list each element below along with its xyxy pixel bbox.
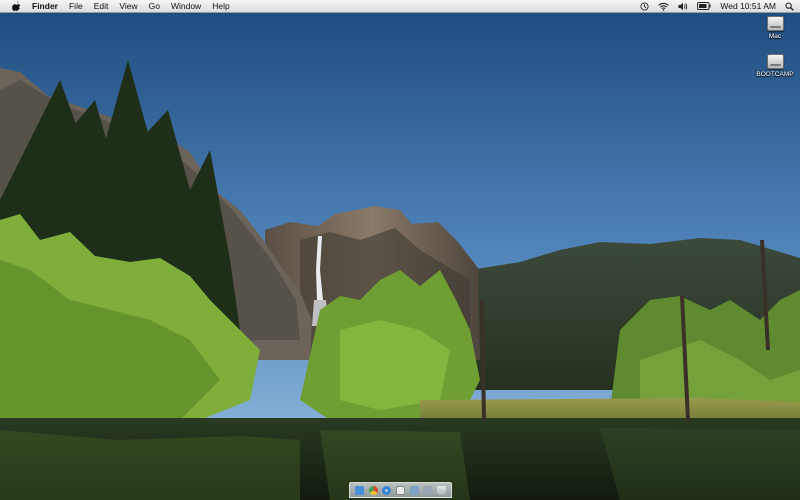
battery-icon[interactable] [697, 0, 711, 12]
desktop-drive-bootcamp[interactable]: BOOTCAMP [753, 54, 797, 78]
dock-safari-icon[interactable] [382, 485, 392, 495]
dock-app-icon[interactable] [395, 485, 405, 495]
dock-finder-icon[interactable] [355, 485, 365, 495]
menu-view[interactable]: View [119, 0, 137, 12]
volume-icon[interactable] [678, 0, 688, 12]
menu-window[interactable]: Window [171, 0, 201, 12]
dock-app-icon[interactable] [423, 485, 433, 495]
menu-help[interactable]: Help [212, 0, 229, 12]
spotlight-search-icon[interactable] [785, 0, 794, 12]
status-menus: Wed 10:51 AM [631, 0, 794, 12]
wifi-icon[interactable] [658, 0, 670, 12]
dock [349, 482, 452, 498]
menu-go[interactable]: Go [149, 0, 160, 12]
hard-drive-icon [766, 54, 784, 69]
dock-mail-icon[interactable] [409, 485, 419, 495]
menu-app-name[interactable]: Finder [32, 0, 58, 12]
hard-drive-icon [766, 16, 784, 31]
menu-clock[interactable]: Wed 10:51 AM [720, 1, 776, 11]
drive-label: Mac [768, 33, 782, 40]
dock-trash-icon[interactable] [436, 485, 446, 495]
time-machine-icon[interactable] [640, 0, 649, 12]
desktop-wallpaper[interactable] [0, 0, 800, 500]
apple-icon[interactable] [9, 0, 23, 12]
desktop-drive-mac[interactable]: Mac [753, 16, 797, 40]
menu-file[interactable]: File [69, 0, 83, 12]
dock-chrome-icon[interactable] [368, 485, 378, 495]
drive-label: BOOTCAMP [756, 71, 794, 78]
menu-bar: Finder File Edit View Go Window Help Wed… [0, 0, 800, 13]
menu-edit[interactable]: Edit [94, 0, 109, 12]
